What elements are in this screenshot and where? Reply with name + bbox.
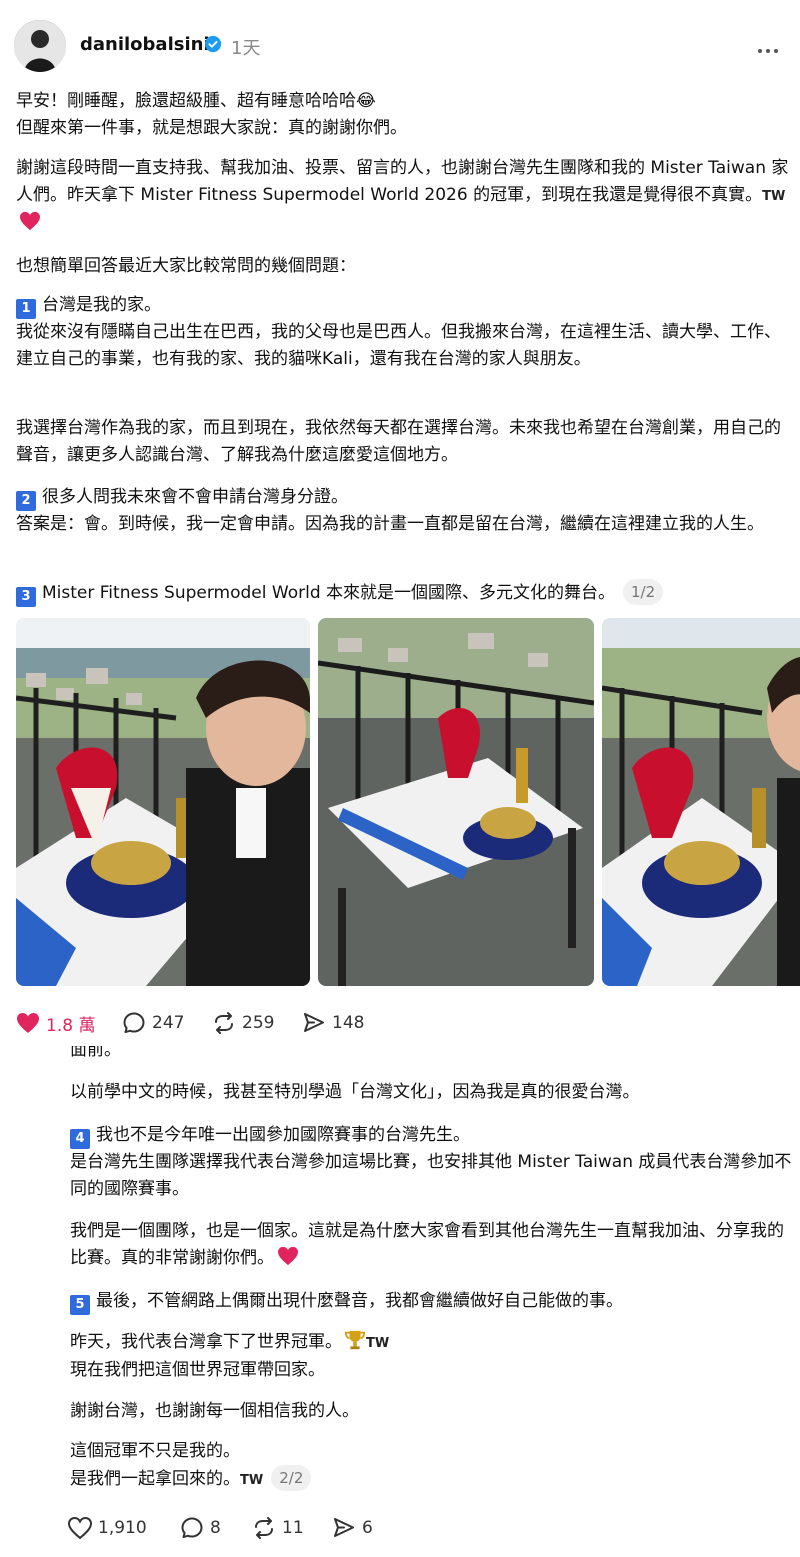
share-icon <box>334 1518 354 1537</box>
faq-intro: 也想簡單回答最近大家比較常問的幾個問題： <box>16 256 356 276</box>
comment-icon <box>123 1012 145 1033</box>
question-5: 5 最後，不管網路上偶爾出現什麼聲音，我都會繼續做好自己能做的事。 <box>70 1288 796 1315</box>
number-badge: 4 <box>70 1129 90 1149</box>
post-actions: 1.8 萬 247 259 148 <box>16 1008 796 1038</box>
heart-icon <box>20 211 40 231</box>
heart-icon <box>68 1517 92 1539</box>
intro-text: 早安！剛睡醒，臉還超級腫、超有睡意哈哈哈😂 但醒來第一件事，就是想跟大家說：真的… <box>16 88 796 142</box>
share-count: 148 <box>332 1013 365 1033</box>
reply-actions: 1,910 8 11 6 <box>68 1513 800 1543</box>
heart-icon <box>17 1013 39 1033</box>
q2-body: 答案是：會。到時候，我一定會申請。因為我的計畫一直都是留在台灣，繼續在這裡建立我… <box>16 514 764 534</box>
thanks-paragraph: 謝謝這段時間一直支持我、幫我加油、投票、留言的人，也謝謝台灣先生團隊和我的 Mi… <box>16 155 796 237</box>
question-1: 1 台灣是我的家。 我從來沒有隱瞞自己出生在巴西，我的父母也是巴西人。但我搬來台灣… <box>16 292 796 373</box>
repost-icon <box>215 1012 233 1034</box>
q4-title: 我也不是今年唯一出國參加國際賽事的台灣先生。 <box>96 1125 470 1145</box>
tw-flag: TW <box>366 1336 390 1351</box>
like-button[interactable]: 1,910 <box>68 1513 147 1543</box>
trophy-icon <box>344 1330 366 1350</box>
post-header: danilobalsini 1天 <box>0 0 800 92</box>
number-badge: 1 <box>16 299 36 319</box>
number-badge: 3 <box>16 587 36 607</box>
number-badge: 5 <box>70 1295 90 1315</box>
q5-title: 最後，不管網路上偶爾出現什麼聲音，我都會繼續做好自己能做的事。 <box>96 1291 623 1311</box>
cut-text: 面前。 <box>70 1046 121 1060</box>
photo-2[interactable] <box>318 618 594 986</box>
q4-body: 是台灣先生團隊選擇我代表台灣參加這場比賽，也安排其他 Mister Taiwan… <box>70 1152 792 1199</box>
avatar[interactable] <box>14 20 66 72</box>
repost-count: 11 <box>282 1518 304 1538</box>
tw-flag: TW <box>240 1473 264 1488</box>
repost-button[interactable]: 11 <box>252 1513 304 1543</box>
chinese-study: 以前學中文的時候，我甚至特別學過「台灣文化」，因為我是真的很愛台灣。 <box>70 1082 640 1102</box>
thanks-text: 謝謝這段時間一直支持我、幫我加油、投票、留言的人，也謝謝台灣先生團隊和我的 Mi… <box>16 158 789 205</box>
reply-cut-top: 面前。 <box>70 1046 796 1064</box>
share-count: 6 <box>362 1518 373 1538</box>
question-2: 2 很多人問我未來會不會申請台灣身分證。 答案是：會。到時候，我一定會申請。因為我… <box>16 484 796 538</box>
more-icon[interactable] <box>758 38 786 53</box>
closing-paragraph: 這個冠軍不只是我的。 是我們一起拿回來的。TW 2/2 <box>70 1438 796 1494</box>
together-text: 是我們一起拿回來的。 <box>70 1469 240 1489</box>
q1-body-2: 我選擇台灣作為我的家，而且到現在，我依然每天都在選擇台灣。未來我也希望在台灣創業… <box>16 418 781 465</box>
comment-button[interactable]: 8 <box>180 1513 221 1543</box>
q1-body: 我從來沒有隱瞞自己出生在巴西，我的父母也是巴西人。但我搬來台灣，在這裡生活、讀大… <box>16 322 781 369</box>
username[interactable]: danilobalsini <box>80 34 210 55</box>
comment-button[interactable]: 247 <box>122 1008 184 1038</box>
repost-button[interactable]: 259 <box>212 1008 274 1038</box>
repost-count: 259 <box>242 1013 275 1033</box>
q1-title: 台灣是我的家。 <box>42 295 161 315</box>
like-count: 1,910 <box>98 1518 147 1538</box>
bring-home-text: 現在我們把這個世界冠軍帶回家。 <box>70 1360 325 1380</box>
question-4: 4 我也不是今年唯一出國參加國際賽事的台灣先生。 是台灣先生團隊選擇我代表台灣參加… <box>70 1122 796 1203</box>
page-indicator: 1/2 <box>623 579 664 605</box>
yesterday-paragraph: 昨天，我代表台灣拿下了世界冠軍。 TW 現在我們把這個世界冠軍帶回家。 <box>70 1329 796 1384</box>
number-badge: 2 <box>16 491 36 511</box>
post-time: 1天 <box>231 38 261 59</box>
share-icon <box>304 1013 324 1032</box>
share-button[interactable]: 148 <box>302 1008 364 1038</box>
repost-icon <box>255 1517 273 1539</box>
question-3: 3 Mister Fitness Supermodel World 本來就是一個國… <box>16 579 796 607</box>
not-mine-text: 這個冠軍不只是我的。 <box>70 1441 240 1461</box>
comment-icon <box>181 1517 203 1538</box>
tw-flag: TW <box>762 189 786 204</box>
team-paragraph: 我們是一個團隊，也是一個家。這就是為什麼大家會看到其他台灣先生一直幫我加油、分享… <box>70 1218 796 1272</box>
page-indicator: 2/2 <box>271 1465 312 1491</box>
q2-title: 很多人問我未來會不會申請台灣身分證。 <box>42 487 348 507</box>
q3-title: Mister Fitness Supermodel World 本來就是一個國際… <box>42 583 616 603</box>
share-button[interactable]: 6 <box>332 1513 373 1543</box>
intro-line-1: 早安！剛睡醒，臉還超級腫、超有睡意哈哈哈😂 <box>16 91 376 111</box>
heart-icon <box>278 1246 298 1266</box>
like-button[interactable]: 1.8 萬 <box>16 1008 95 1038</box>
photo-carousel[interactable] <box>16 618 800 986</box>
thanks-taiwan: 謝謝台灣，也謝謝每一個相信我的人。 <box>70 1401 359 1421</box>
like-count: 1.8 萬 <box>46 1015 96 1036</box>
team-text: 我們是一個團隊，也是一個家。這就是為什麼大家會看到其他台灣先生一直幫我加油、分享… <box>70 1221 784 1268</box>
yesterday-text: 昨天，我代表台灣拿下了世界冠軍。 <box>70 1332 342 1352</box>
intro-line-2: 但醒來第一件事，就是想跟大家說：真的謝謝你們。 <box>16 118 407 138</box>
photo-3[interactable] <box>602 618 800 986</box>
comment-count: 8 <box>210 1518 221 1538</box>
comment-count: 247 <box>152 1013 185 1033</box>
photo-1[interactable] <box>16 618 310 986</box>
verified-icon <box>204 35 222 53</box>
